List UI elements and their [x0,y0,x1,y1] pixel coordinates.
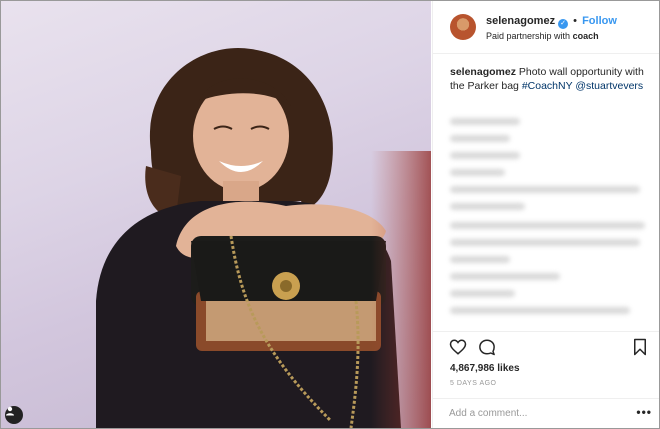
photo-illustration [96,47,431,428]
blurred-line [450,203,525,210]
header-top-line: selenagomez ✓ • Follow [486,15,617,29]
bookmark-icon[interactable] [631,338,649,356]
partnership-prefix: Paid partnership with [486,31,571,41]
follow-button[interactable]: Follow [582,15,617,27]
comment-input[interactable] [449,408,619,419]
blurred-line [450,290,515,297]
blurred-line [450,135,510,142]
blurred-line [450,256,510,263]
more-options-icon[interactable]: ••• [636,405,652,419]
blurred-line [450,152,520,159]
hashtag-link[interactable]: #CoachNY [522,80,573,92]
post-timestamp: 5 DAYS AGO [450,380,497,387]
comment-icon[interactable] [478,338,496,356]
blurred-line [450,169,505,176]
post-caption: selenagomez Photo wall opportunity with … [450,65,650,93]
username-link[interactable]: selenagomez [486,15,555,27]
user-tag-icon[interactable] [5,406,23,424]
post-photo[interactable] [1,1,431,428]
blurred-line [450,186,640,193]
verified-badge-icon: ✓ [558,19,569,29]
post-actions: 4,867,986 likes 5 DAYS AGO ••• [433,331,659,428]
avatar[interactable] [450,14,476,40]
separator-dot: • [573,15,578,27]
paid-partnership-label: Paid partnership with coach [486,31,599,41]
blurred-line [450,307,630,314]
comment-bar: ••• [433,398,659,428]
blurred-line [450,239,640,246]
post-side-panel: selenagomez ✓ • Follow Paid partnership w… [432,1,659,428]
blurred-line [450,273,560,280]
mention-link[interactable]: @stuartvevers [575,80,643,92]
blurred-line [450,222,645,229]
post-header: selenagomez ✓ • Follow Paid partnership w… [433,1,659,54]
caption-username-link[interactable]: selenagomez [450,66,516,78]
heart-icon[interactable] [449,338,467,356]
blurred-line [450,118,520,125]
instagram-post-modal: selenagomez ✓ • Follow Paid partnership w… [0,0,660,429]
likes-count[interactable]: 4,867,986 likes [450,363,520,374]
partnership-brand-link[interactable]: coach [573,31,599,41]
